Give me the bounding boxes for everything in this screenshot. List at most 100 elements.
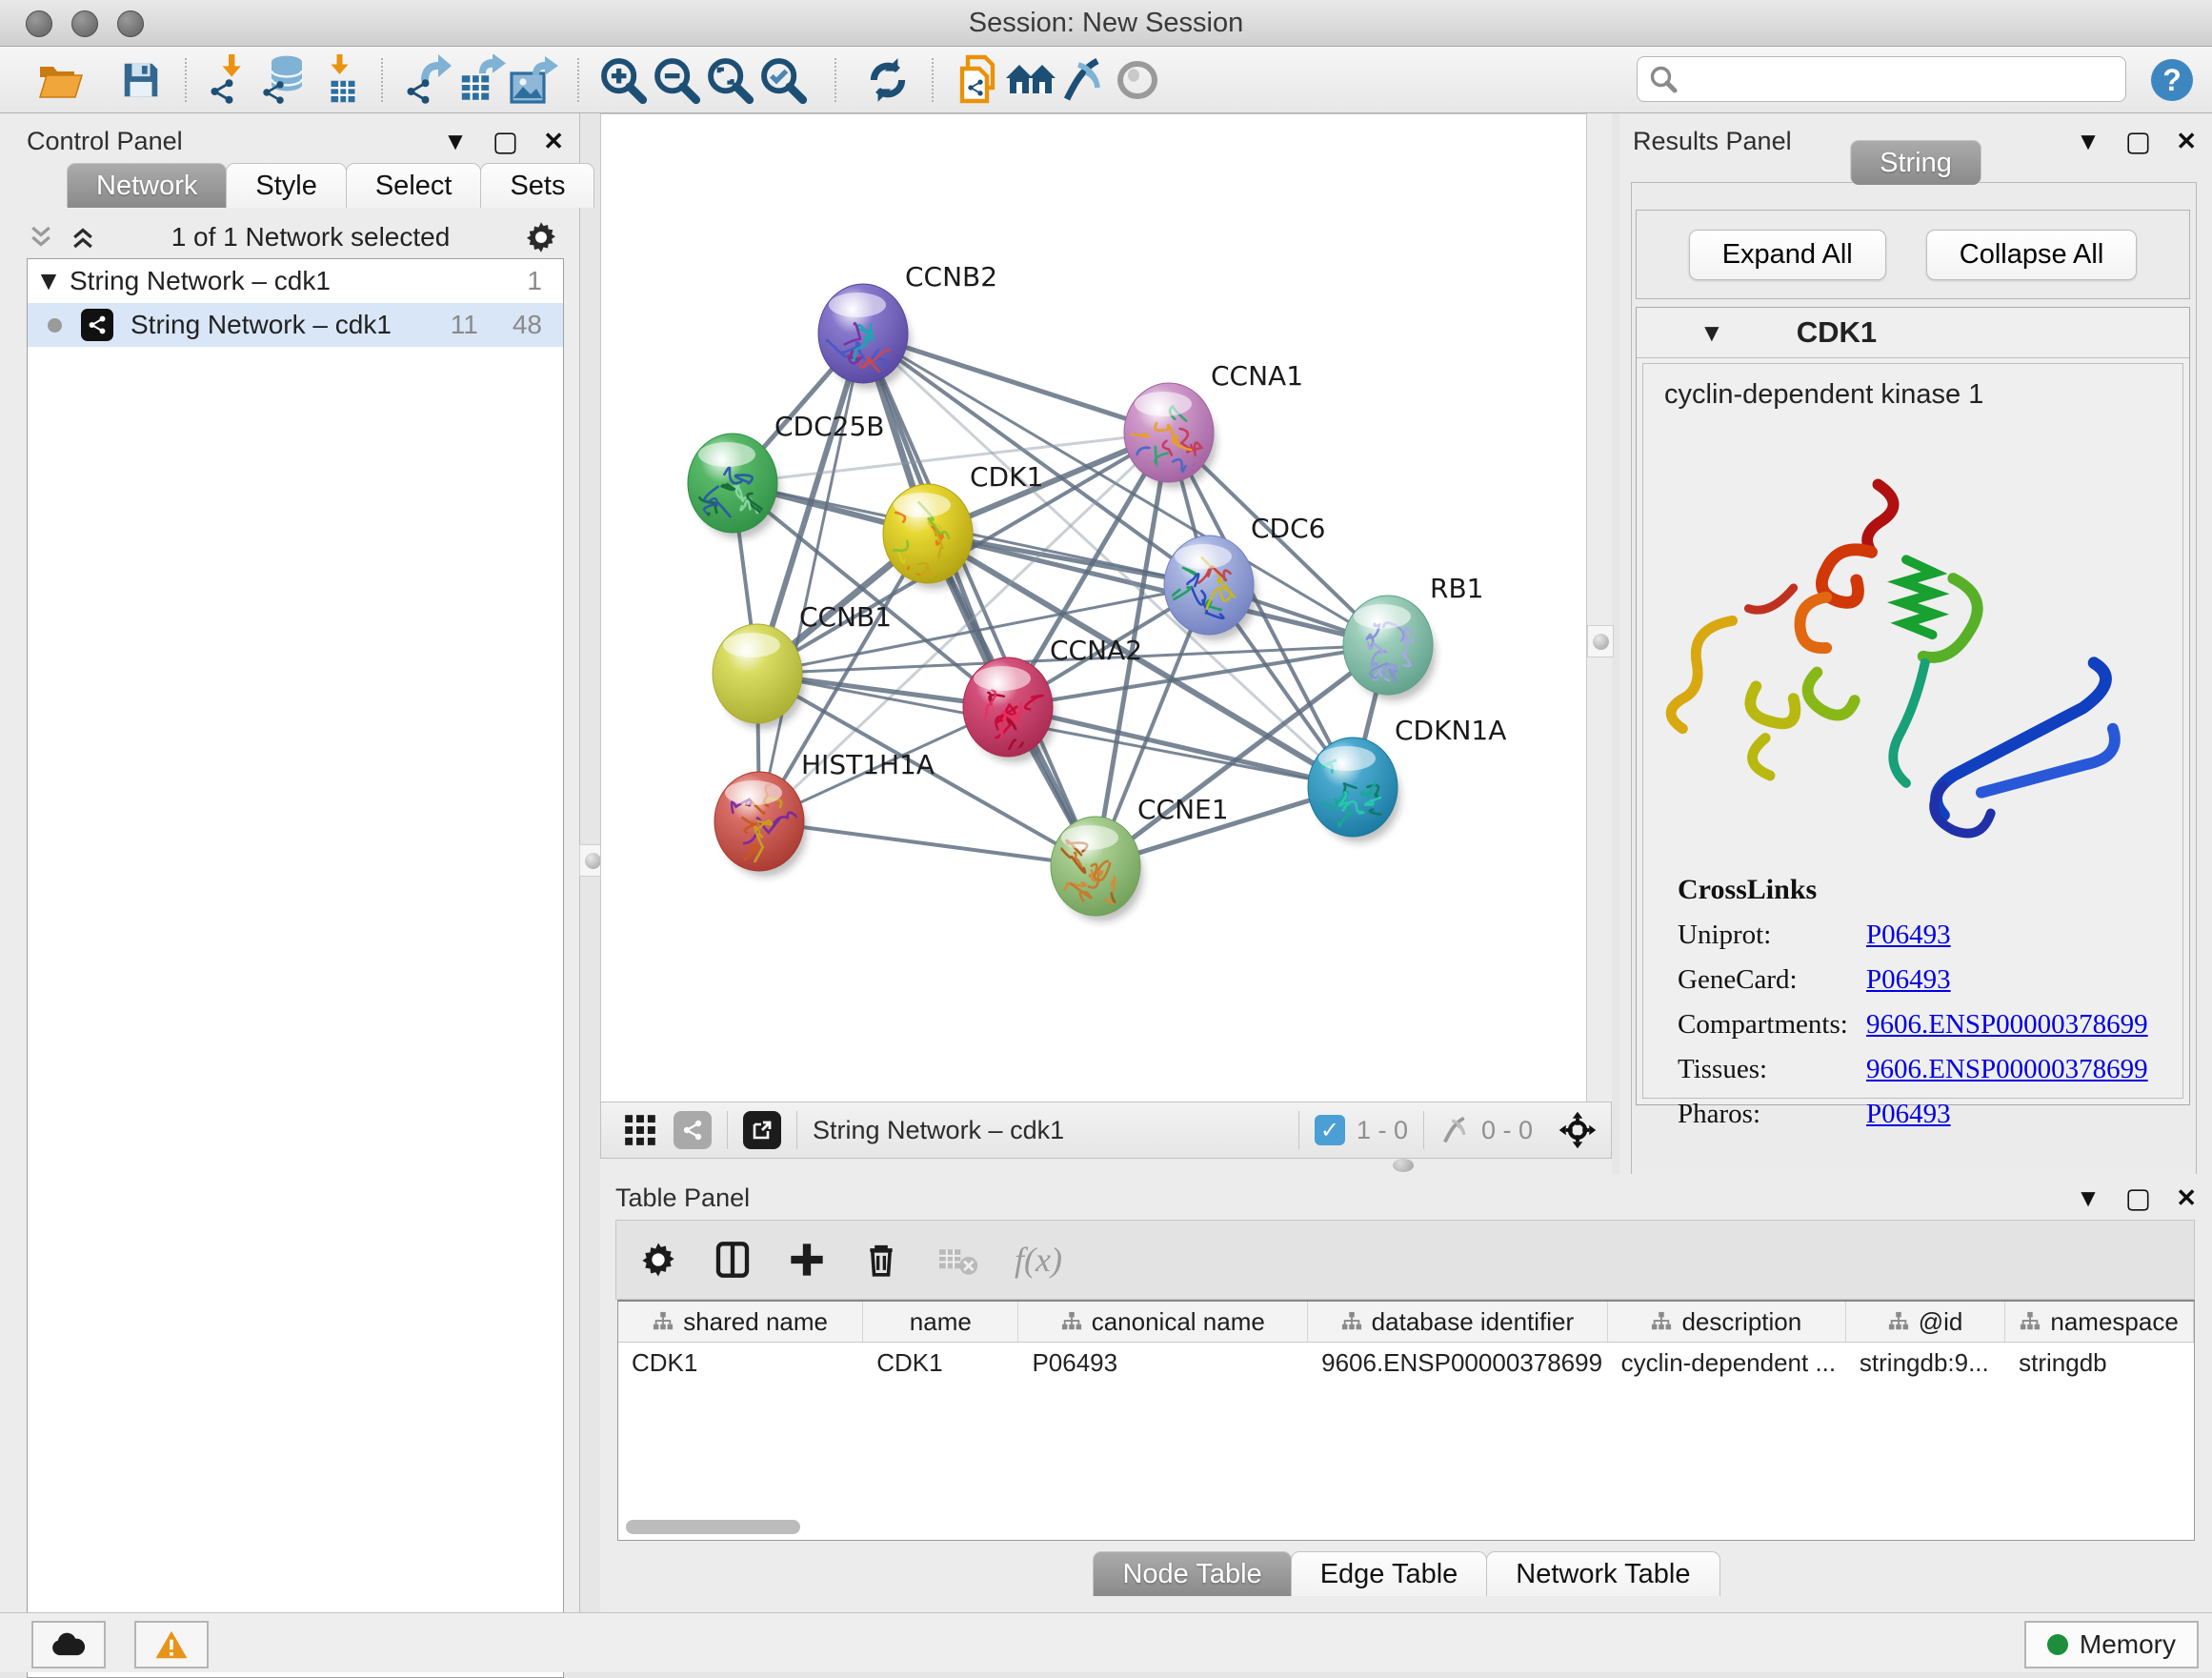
delete-column-trash-icon[interactable] (862, 1241, 900, 1279)
tab-style[interactable]: Style (226, 163, 346, 208)
zoom-fit-button[interactable] (703, 53, 756, 107)
table-cell[interactable]: P06493 (1018, 1343, 1308, 1383)
expand-all-button[interactable]: Expand All (1689, 230, 1886, 280)
table-settings-gear-icon[interactable] (639, 1241, 677, 1279)
network-collection-row[interactable]: ▼ String Network – cdk1 1 (28, 259, 563, 303)
export-table-button[interactable] (453, 53, 507, 107)
warnings-button[interactable] (134, 1621, 209, 1668)
edge-CCNB2-CCNE1[interactable] (863, 334, 1096, 866)
node-CDK1[interactable]: CDK1 (880, 461, 1043, 592)
help-button[interactable]: ? (2145, 53, 2199, 107)
right-splitter-handle[interactable] (1587, 625, 1614, 657)
column-header-canonical-name[interactable]: canonical name (1018, 1302, 1308, 1342)
node-label-CDC6: CDC6 (1251, 513, 1325, 544)
column-header--id[interactable]: @id (1846, 1302, 2005, 1342)
zoom-in-button[interactable] (596, 53, 650, 107)
column-type-tree-icon (2020, 1311, 2041, 1332)
tab-node-table[interactable]: Node Table (1093, 1551, 1291, 1596)
add-column-plus-icon[interactable] (788, 1241, 826, 1279)
column-header-name[interactable]: name (863, 1302, 1018, 1342)
table-cell[interactable]: stringdb:9... (1846, 1343, 2005, 1383)
table-panel-close-icon[interactable]: ✕ (2176, 1183, 2197, 1213)
zoom-selected-button[interactable] (756, 53, 810, 107)
cloud-button[interactable] (31, 1621, 106, 1668)
network-row[interactable]: String Network – cdk1 11 48 (28, 303, 563, 347)
refresh-button[interactable] (861, 53, 915, 107)
results-button-row: Expand All Collapse All (1636, 210, 2190, 299)
node-RB1[interactable]: RB1 (1343, 573, 1483, 700)
node-label-CDKN1A: CDKN1A (1395, 715, 1506, 746)
table-cell[interactable]: CDK1 (863, 1343, 1018, 1383)
selected-checkbox[interactable]: ✓ (1315, 1115, 1345, 1145)
horizontal-scrollbar[interactable] (626, 1520, 800, 1534)
tab-select[interactable]: Select (346, 163, 482, 208)
control-panel-close-icon[interactable]: ✕ (543, 127, 564, 156)
column-header-shared-name[interactable]: shared name (618, 1302, 863, 1342)
gear-icon[interactable] (524, 220, 558, 254)
results-panel-float-icon[interactable]: ▢ (2125, 125, 2151, 158)
column-header-database-identifier[interactable]: database identifier (1308, 1302, 1608, 1342)
tab-edge-table[interactable]: Edge Table (1291, 1551, 1488, 1596)
protein-card-header[interactable]: ▼ CDK1 (1637, 308, 2189, 358)
table-panel-menu-icon[interactable]: ▼ (2076, 1183, 2101, 1213)
zoom-out-button[interactable] (650, 53, 703, 107)
import-network-database-button[interactable] (257, 53, 311, 107)
table-cell[interactable]: cyclin-dependent ... (1608, 1343, 1846, 1383)
fit-content-crosshair-icon[interactable] (1558, 1110, 1598, 1150)
expand-all-chevron-icon[interactable] (69, 223, 97, 252)
network-viewport[interactable]: CCNB2CCNA1CDC25BCDK1CDC6RB1CCNB1CCNA2CDK… (600, 113, 1587, 1103)
node-CDC25B[interactable]: CDC25B (688, 411, 885, 538)
search-input[interactable] (1678, 64, 2125, 95)
control-panel-menu-icon[interactable]: ▼ (443, 127, 468, 156)
show-all-button[interactable] (1111, 53, 1164, 107)
tab-network-table[interactable]: Network Table (1486, 1551, 1719, 1596)
table-panel-float-icon[interactable]: ▢ (2125, 1182, 2151, 1215)
collapse-all-button[interactable]: Collapse All (1926, 230, 2138, 280)
crosslink-link[interactable]: P06493 (1866, 1099, 1951, 1130)
export-network-button[interactable] (400, 53, 453, 107)
node-CDC6[interactable]: CDC6 (1164, 513, 1325, 640)
crosslink-link[interactable]: P06493 (1866, 920, 1951, 951)
table-row[interactable]: CDK1CDK1P064939606.ENSP00000378699cyclin… (618, 1343, 2194, 1383)
crosslink-link[interactable]: 9606.ENSP00000378699 (1866, 1009, 2148, 1041)
import-table-button[interactable] (311, 53, 364, 107)
horizontal-splitter-handle[interactable] (1393, 1159, 1414, 1172)
houses-button[interactable] (1004, 53, 1057, 107)
collapse-all-chevron-icon[interactable] (27, 223, 55, 252)
table-cell[interactable]: CDK1 (618, 1343, 863, 1383)
memory-button[interactable]: Memory (2024, 1621, 2199, 1668)
results-panel-close-icon[interactable]: ✕ (2176, 127, 2197, 156)
edge-HIST1H1A-CCNE1[interactable] (759, 821, 1096, 866)
results-panel-menu-icon[interactable]: ▼ (2076, 127, 2101, 156)
tab-sets[interactable]: Sets (480, 163, 594, 208)
tab-network[interactable]: Network (67, 163, 227, 208)
protein-expander-icon[interactable]: ▼ (1699, 318, 1724, 348)
collection-expander-icon[interactable]: ▼ (28, 266, 70, 296)
network-type-icon[interactable] (674, 1111, 712, 1149)
table-cell[interactable]: 9606.ENSP00000378699 (1308, 1343, 1608, 1383)
results-tab-string[interactable]: String (1850, 140, 1981, 185)
copy-network-button[interactable] (951, 53, 1004, 107)
node-CDKN1A[interactable]: CDKN1A (1308, 715, 1506, 842)
edge-CCNA2-CDKN1A[interactable] (1008, 707, 1353, 787)
open-session-button[interactable] (34, 53, 88, 107)
search-field[interactable] (1637, 56, 2126, 102)
show-columns-icon[interactable] (714, 1241, 752, 1279)
control-panel-float-icon[interactable]: ▢ (493, 125, 518, 158)
hide-selected-button[interactable] (1057, 53, 1111, 107)
table-cell[interactable]: stringdb (2005, 1343, 2194, 1383)
node-CCNE1[interactable]: CCNE1 (1051, 794, 1229, 921)
export-image-button[interactable] (507, 53, 560, 107)
column-header-description[interactable]: description (1608, 1302, 1846, 1342)
node-HIST1H1A[interactable]: HIST1H1A (714, 749, 935, 877)
birdseye-grid-icon[interactable] (622, 1112, 658, 1148)
node-CCNA1[interactable]: CCNA1 (1120, 360, 1303, 488)
column-type-tree-icon (1651, 1311, 1672, 1332)
collection-label: String Network – cdk1 (70, 266, 527, 296)
import-network-file-button[interactable] (204, 53, 257, 107)
crosslink-link[interactable]: 9606.ENSP00000378699 (1866, 1054, 2148, 1085)
crosslink-link[interactable]: P06493 (1866, 964, 1951, 996)
open-external-icon[interactable] (743, 1111, 781, 1149)
save-session-button[interactable] (114, 53, 168, 107)
column-header-namespace[interactable]: namespace (2005, 1302, 2194, 1342)
